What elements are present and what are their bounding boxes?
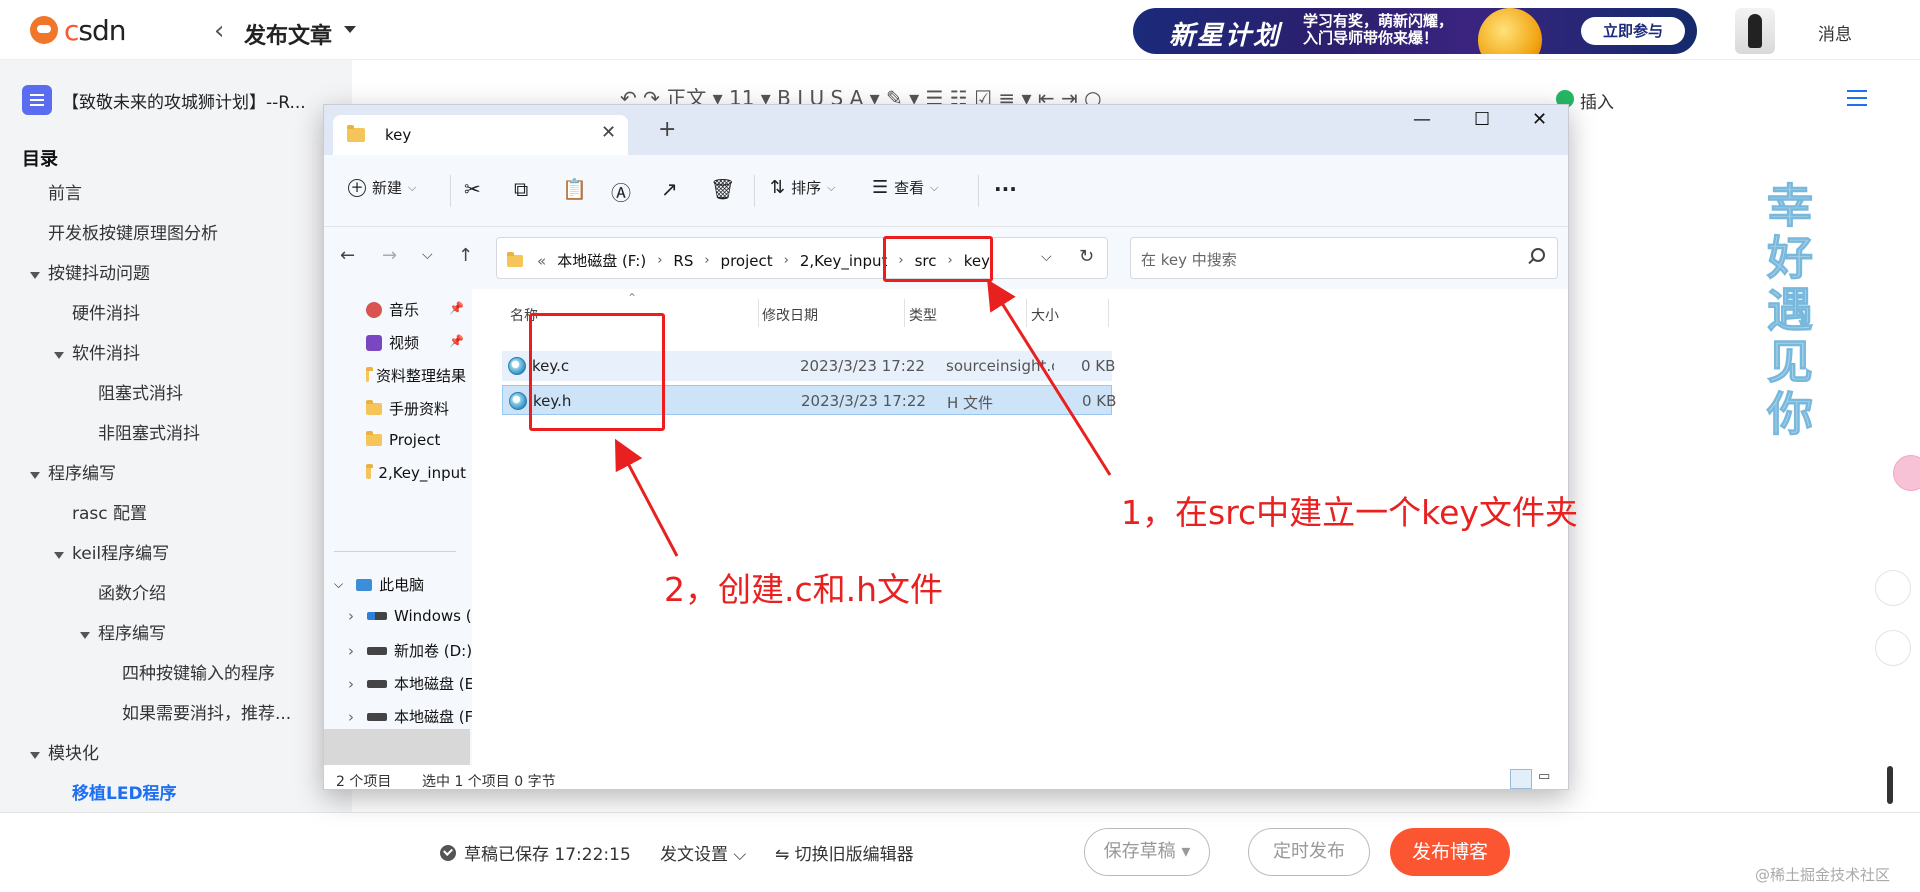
arrow-to-files bbox=[614, 438, 679, 557]
annotation-note-1: 1，在src中建立一个key文件夹 bbox=[1121, 493, 1578, 532]
annotation-note-2: 2，创建.c和.h文件 bbox=[664, 570, 944, 609]
annotation-arrows bbox=[614, 279, 1112, 557]
arrow-to-src-key bbox=[987, 279, 1112, 476]
